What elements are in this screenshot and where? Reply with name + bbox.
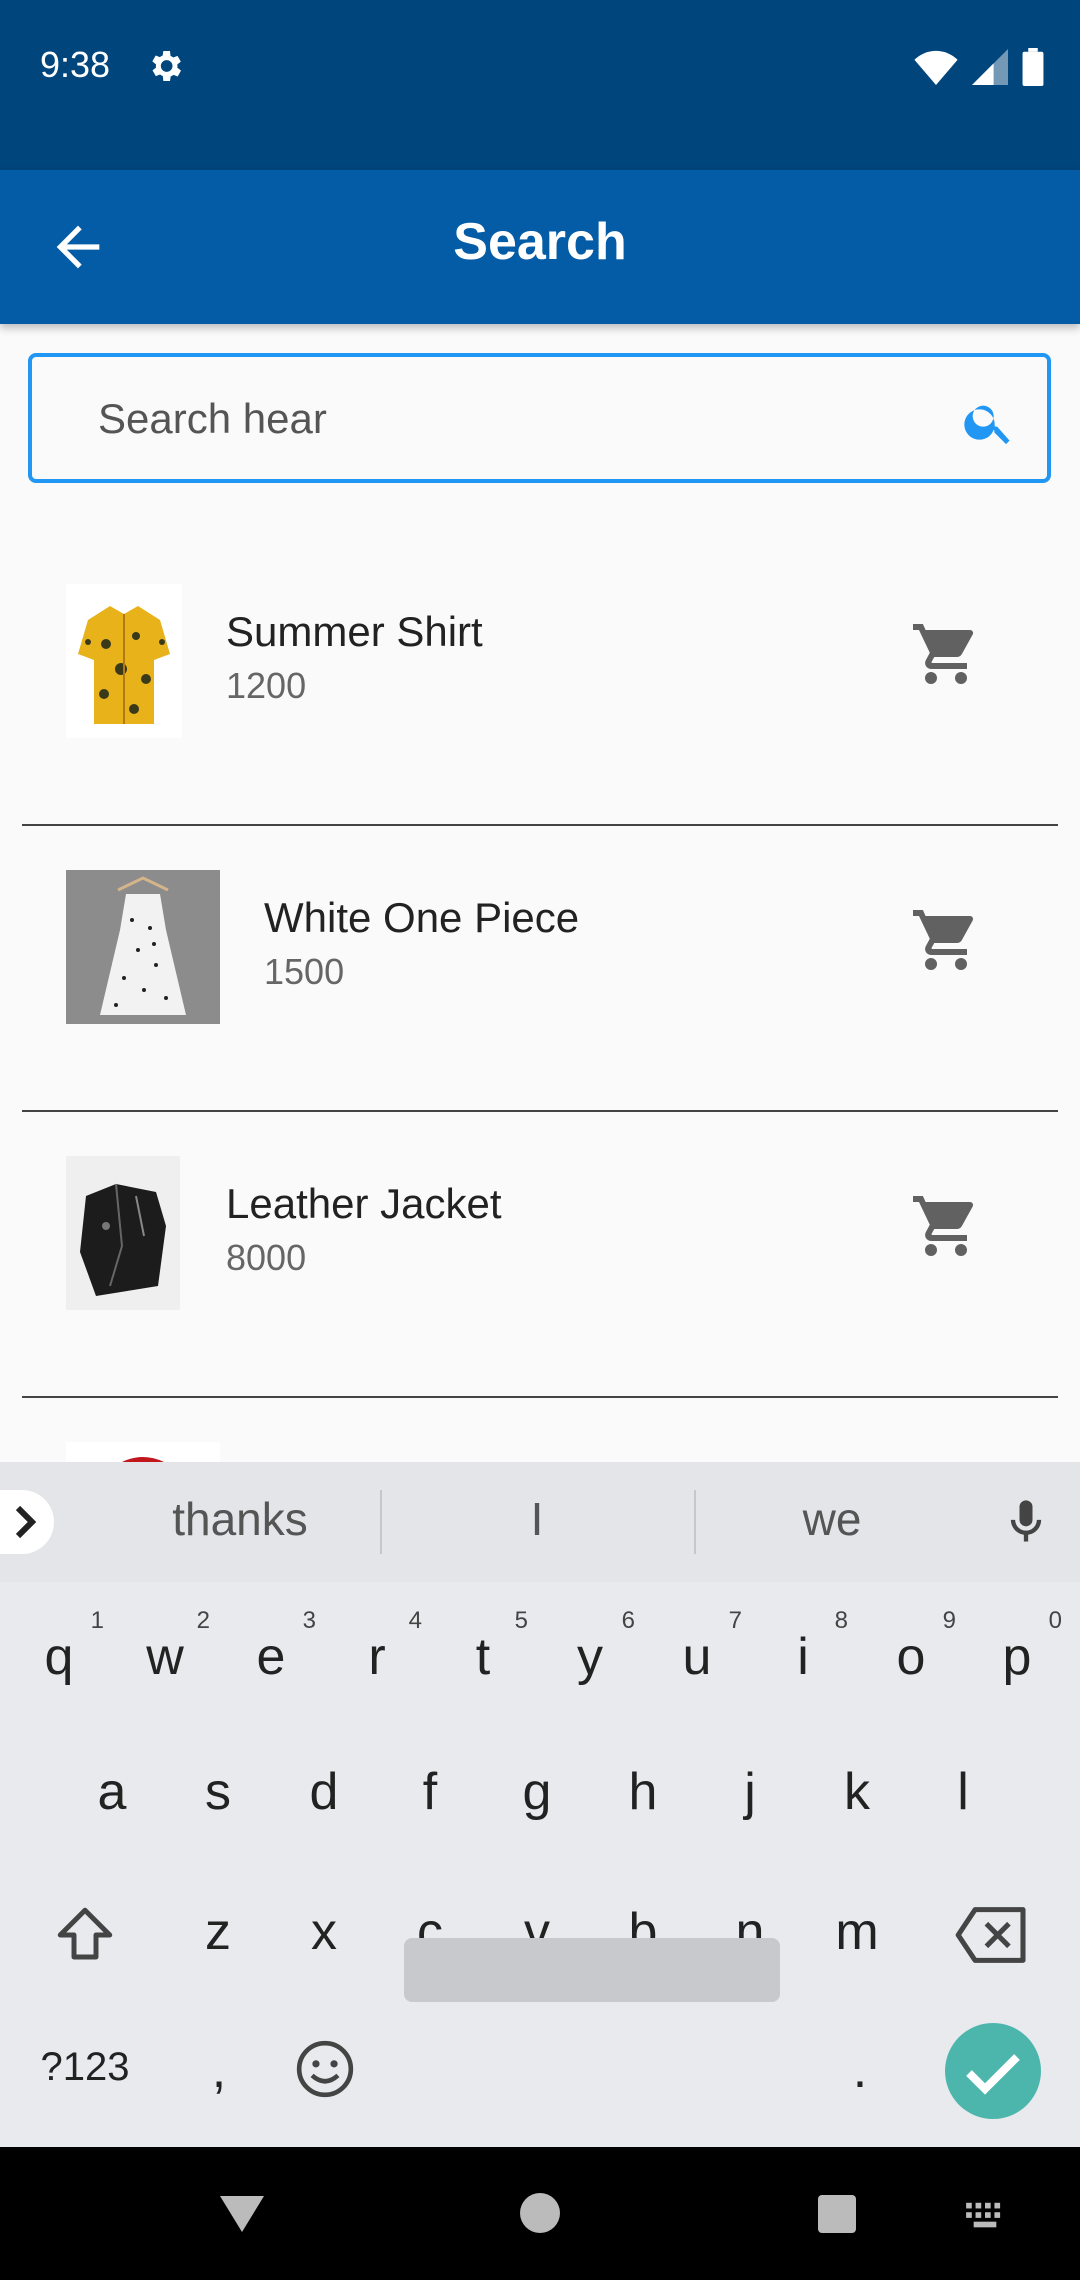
list-item[interactable]: Leather Jacket 8000 [0, 1112, 1080, 1398]
emoji-icon[interactable] [294, 2038, 356, 2100]
suggestion-2[interactable]: I [437, 1492, 637, 1546]
key-p[interactable]: p0 [972, 1607, 1062, 1687]
product-price: 1500 [264, 951, 345, 992]
key-w[interactable]: w2 [120, 1607, 210, 1687]
key-x[interactable]: x [279, 1902, 369, 1962]
key-u[interactable]: u7 [652, 1607, 742, 1687]
product-price: 1200 [226, 665, 307, 706]
key-e[interactable]: e3 [226, 1607, 316, 1687]
symbols-key[interactable]: ?123 [40, 2045, 130, 2090]
key-d[interactable]: d [279, 1762, 369, 1822]
shift-icon[interactable] [50, 1902, 120, 1968]
product-name: Summer Shirt [226, 608, 483, 655]
suggestion-3[interactable]: we [732, 1492, 932, 1546]
page-title: Search [453, 213, 627, 271]
key-i[interactable]: i8 [758, 1607, 848, 1687]
gear-icon [152, 51, 181, 81]
key-l[interactable]: l [918, 1762, 1008, 1822]
signal-icon [972, 49, 1008, 85]
back-triangle-icon[interactable] [216, 2191, 268, 2237]
wifi-icon [914, 50, 958, 85]
key-h[interactable]: h [598, 1762, 688, 1822]
product-name: Leather Jacket [226, 1180, 502, 1227]
key-f[interactable]: f [385, 1762, 475, 1822]
key-j[interactable]: j [705, 1762, 795, 1822]
key-s[interactable]: s [173, 1762, 263, 1822]
backspace-icon[interactable] [955, 1904, 1029, 1966]
product-image [66, 1442, 220, 1462]
list-item[interactable]: Summer Shirt 1200 [0, 540, 1080, 826]
check-icon [966, 2054, 1020, 2095]
key-t[interactable]: t5 [438, 1607, 528, 1687]
search-icon[interactable] [961, 394, 1017, 450]
app-bar: Search [0, 170, 1080, 324]
status-icons [914, 48, 1044, 86]
key-a[interactable]: a [67, 1762, 157, 1822]
enter-button[interactable] [945, 2023, 1041, 2119]
product-image-white-one-piece [66, 870, 220, 1024]
microphone-icon[interactable] [1000, 1496, 1052, 1548]
keyboard-icon[interactable] [962, 2199, 1008, 2233]
key-k[interactable]: k [812, 1762, 902, 1822]
product-image-leather-jacket [66, 1156, 180, 1310]
cart-icon[interactable] [910, 1190, 982, 1262]
product-price: 8000 [226, 1237, 307, 1278]
search-input[interactable] [96, 387, 916, 451]
suggestion-1[interactable]: thanks [140, 1492, 340, 1546]
comma-key[interactable]: , [174, 2040, 264, 2100]
product-name: White One Piece [264, 894, 580, 941]
home-circle-icon[interactable] [518, 2191, 562, 2235]
key-q[interactable]: q1 [14, 1607, 104, 1687]
key-o[interactable]: o9 [866, 1607, 956, 1687]
separator [694, 1490, 696, 1554]
cart-icon[interactable] [910, 904, 982, 976]
cart-icon[interactable] [910, 618, 982, 690]
battery-icon [1022, 48, 1044, 86]
list-item[interactable] [0, 1398, 1080, 1462]
status-bar: 9:38 [0, 0, 1080, 170]
list-item[interactable]: White One Piece 1500 [0, 826, 1080, 1112]
system-nav-bar [0, 2147, 1080, 2280]
period-key[interactable]: . [815, 2040, 905, 2100]
separator [380, 1490, 382, 1554]
key-m[interactable]: m [812, 1902, 902, 1962]
product-image-summer-shirt [66, 584, 182, 738]
soft-keyboard: thanks I we q1 w2 e3 r4 t5 y6 u7 i8 o9 p… [0, 1462, 1080, 2147]
key-r[interactable]: r4 [332, 1607, 422, 1687]
key-y[interactable]: y6 [545, 1607, 635, 1687]
search-field[interactable] [28, 353, 1051, 483]
key-z[interactable]: z [173, 1902, 263, 1962]
suggestion-bar: thanks I we [0, 1462, 1080, 1582]
key-g[interactable]: g [492, 1762, 582, 1822]
space-bar[interactable] [404, 1938, 780, 2002]
status-time: 9:38 [40, 44, 111, 85]
expand-suggestions-button[interactable] [0, 1490, 54, 1554]
recents-square-icon[interactable] [816, 2193, 858, 2235]
